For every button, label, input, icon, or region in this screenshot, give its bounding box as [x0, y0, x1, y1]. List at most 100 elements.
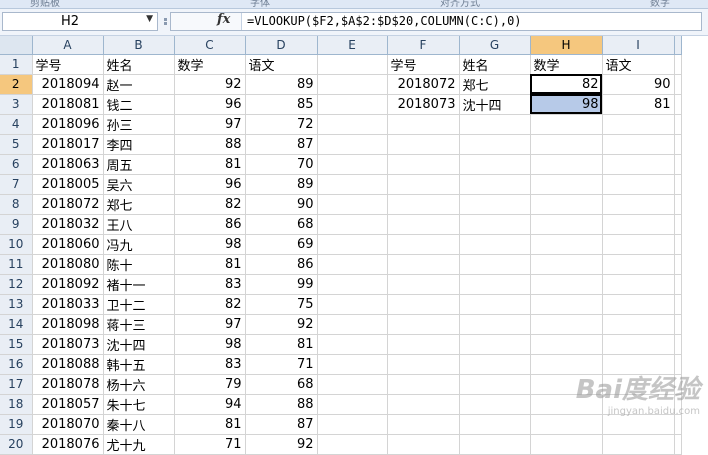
row-header[interactable]: 15 — [0, 334, 33, 355]
cell-i4[interactable] — [602, 114, 675, 135]
cell-a18[interactable]: 2018057 — [32, 394, 104, 415]
row-header[interactable]: 2 — [0, 74, 33, 95]
cell-a9[interactable]: 2018032 — [32, 214, 104, 235]
cell-i11[interactable] — [602, 254, 675, 275]
cell-b4[interactable]: 孙三 — [103, 114, 175, 135]
cell-a10[interactable]: 2018060 — [32, 234, 104, 255]
cell-overflow[interactable] — [674, 54, 682, 75]
cell-f18[interactable] — [387, 394, 460, 415]
cell-overflow[interactable] — [674, 74, 682, 95]
cell-h6[interactable] — [530, 154, 603, 175]
cell-d3[interactable]: 85 — [245, 94, 318, 115]
cell-a4[interactable]: 2018096 — [32, 114, 104, 135]
cell-e9[interactable] — [317, 214, 388, 235]
cell-b11[interactable]: 陈十 — [103, 254, 175, 275]
cell-f10[interactable] — [387, 234, 460, 255]
row-header[interactable]: 19 — [0, 414, 33, 435]
cell-a16[interactable]: 2018088 — [32, 354, 104, 375]
column-header-a[interactable]: A — [32, 36, 104, 55]
cell-c6[interactable]: 81 — [174, 154, 246, 175]
cell-g7[interactable] — [459, 174, 531, 195]
cell-f6[interactable] — [387, 154, 460, 175]
cell-a8[interactable]: 2018072 — [32, 194, 104, 215]
row-header[interactable]: 14 — [0, 314, 33, 335]
row-header[interactable]: 18 — [0, 394, 33, 415]
cell-a13[interactable]: 2018033 — [32, 294, 104, 315]
cell-b7[interactable]: 吴六 — [103, 174, 175, 195]
cell-overflow[interactable] — [674, 254, 682, 275]
cell-f11[interactable] — [387, 254, 460, 275]
cell-a6[interactable]: 2018063 — [32, 154, 104, 175]
select-all-corner[interactable] — [0, 36, 33, 55]
cell-d1[interactable]: 语文 — [245, 54, 318, 75]
cell-i7[interactable] — [602, 174, 675, 195]
cell-h8[interactable] — [530, 194, 603, 215]
cell-overflow[interactable] — [674, 334, 682, 355]
cell-c3[interactable]: 96 — [174, 94, 246, 115]
cell-f16[interactable] — [387, 354, 460, 375]
cell-i20[interactable] — [602, 434, 675, 455]
cell-d20[interactable]: 92 — [245, 434, 318, 455]
cell-b18[interactable]: 朱十七 — [103, 394, 175, 415]
cell-e18[interactable] — [317, 394, 388, 415]
cell-e20[interactable] — [317, 434, 388, 455]
cell-c5[interactable]: 88 — [174, 134, 246, 155]
chevron-down-icon[interactable]: ▼ — [146, 14, 153, 24]
cell-b15[interactable]: 沈十四 — [103, 334, 175, 355]
cell-f13[interactable] — [387, 294, 460, 315]
cell-d7[interactable]: 89 — [245, 174, 318, 195]
cell-h10[interactable] — [530, 234, 603, 255]
cell-h5[interactable] — [530, 134, 603, 155]
column-header-g[interactable]: G — [459, 36, 531, 55]
cell-f19[interactable] — [387, 414, 460, 435]
cell-d9[interactable]: 68 — [245, 214, 318, 235]
cell-c17[interactable]: 79 — [174, 374, 246, 395]
cell-d4[interactable]: 72 — [245, 114, 318, 135]
cell-h9[interactable] — [530, 214, 603, 235]
cell-a7[interactable]: 2018005 — [32, 174, 104, 195]
column-header-i[interactable]: I — [602, 36, 675, 55]
cell-c13[interactable]: 82 — [174, 294, 246, 315]
cell-i19[interactable] — [602, 414, 675, 435]
cell-f15[interactable] — [387, 334, 460, 355]
cell-overflow[interactable] — [674, 94, 682, 115]
cell-g5[interactable] — [459, 134, 531, 155]
cell-b1[interactable]: 姓名 — [103, 54, 175, 75]
cell-b3[interactable]: 钱二 — [103, 94, 175, 115]
cell-h14[interactable] — [530, 314, 603, 335]
row-header[interactable]: 13 — [0, 294, 33, 315]
cell-a19[interactable]: 2018070 — [32, 414, 104, 435]
ribbon-group-font[interactable]: 字体 — [250, 0, 270, 8]
row-header[interactable]: 7 — [0, 174, 33, 195]
cell-e11[interactable] — [317, 254, 388, 275]
cell-g17[interactable] — [459, 374, 531, 395]
cell-g13[interactable] — [459, 294, 531, 315]
row-header[interactable]: 6 — [0, 154, 33, 175]
cell-g15[interactable] — [459, 334, 531, 355]
row-header[interactable]: 3 — [0, 94, 33, 115]
cell-overflow[interactable] — [674, 434, 682, 455]
cell-i8[interactable] — [602, 194, 675, 215]
cell-overflow[interactable] — [674, 154, 682, 175]
cell-e6[interactable] — [317, 154, 388, 175]
column-header-b[interactable]: B — [103, 36, 175, 55]
cell-i15[interactable] — [602, 334, 675, 355]
name-box[interactable]: H2 ▼ — [2, 12, 158, 31]
cell-e3[interactable] — [317, 94, 388, 115]
cell-b12[interactable]: 褚十一 — [103, 274, 175, 295]
ribbon-group-clipboard[interactable]: 剪贴板 — [30, 0, 60, 8]
cell-overflow[interactable] — [674, 234, 682, 255]
cell-e1[interactable] — [317, 54, 388, 75]
cell-i6[interactable] — [602, 154, 675, 175]
cell-e7[interactable] — [317, 174, 388, 195]
cell-b13[interactable]: 卫十二 — [103, 294, 175, 315]
cell-c15[interactable]: 98 — [174, 334, 246, 355]
cell-a14[interactable]: 2018098 — [32, 314, 104, 335]
cell-c16[interactable]: 83 — [174, 354, 246, 375]
cell-g14[interactable] — [459, 314, 531, 335]
cell-e8[interactable] — [317, 194, 388, 215]
cell-c14[interactable]: 97 — [174, 314, 246, 335]
cell-d19[interactable]: 87 — [245, 414, 318, 435]
cell-g11[interactable] — [459, 254, 531, 275]
cell-i14[interactable] — [602, 314, 675, 335]
